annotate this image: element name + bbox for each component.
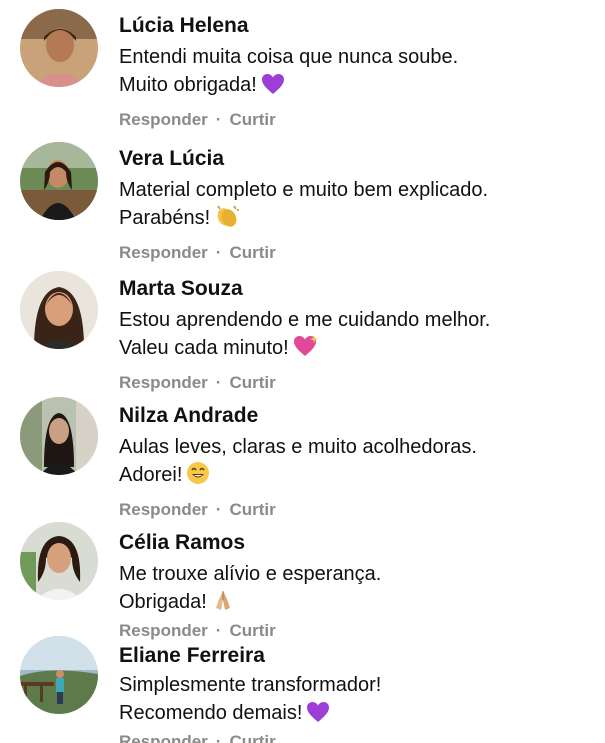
comment-author[interactable]: Célia Ramos — [119, 530, 595, 556]
comment-author[interactable]: Nilza Andrade — [119, 403, 595, 429]
avatar[interactable] — [20, 636, 98, 714]
avatar[interactable] — [20, 142, 98, 220]
comment-text: Simplesmente transformador! — [119, 674, 382, 696]
comment-author[interactable]: Vera Lúcia — [119, 146, 595, 172]
reply-link[interactable]: Responder — [119, 243, 208, 262]
purple-heart-icon — [306, 701, 330, 731]
reply-link[interactable]: Responder — [119, 621, 208, 640]
avatar[interactable] — [20, 522, 98, 600]
comment-author[interactable]: Eliane Ferreira — [119, 643, 595, 669]
avatar[interactable] — [20, 271, 98, 349]
comment-text: Me trouxe alívio e esperança. — [119, 563, 382, 585]
reply-link[interactable]: Responder — [119, 732, 208, 743]
comment-author[interactable]: Lúcia Helena — [119, 13, 595, 39]
like-link[interactable]: Curtir — [229, 500, 275, 519]
avatar[interactable] — [20, 397, 98, 475]
separator: · — [215, 732, 222, 743]
reply-link[interactable]: Responder — [119, 373, 208, 392]
separator: · — [215, 500, 222, 519]
comment-author[interactable]: Marta Souza — [119, 276, 595, 302]
clapping-hands-icon — [214, 204, 240, 236]
like-link[interactable]: Curtir — [229, 110, 275, 129]
sparkling-heart-icon — [293, 334, 319, 366]
reply-link[interactable]: Responder — [119, 110, 208, 129]
like-link[interactable]: Curtir — [229, 621, 275, 640]
like-link[interactable]: Curtir — [229, 732, 275, 743]
like-link[interactable]: Curtir — [229, 243, 275, 262]
separator: · — [215, 110, 222, 129]
separator: · — [215, 621, 222, 640]
comment-text: Parabéns! — [119, 207, 211, 229]
smiling-face-icon — [186, 461, 210, 493]
comment-text: Muito obrigada! — [119, 74, 257, 96]
comment-text: Estou aprendendo e me cuidando melhor. — [119, 309, 491, 331]
reply-link[interactable]: Responder — [119, 500, 208, 519]
comment-text: Aulas leves, claras e muito acolhedoras. — [119, 436, 477, 458]
avatar[interactable] — [20, 9, 98, 87]
separator: · — [215, 373, 222, 392]
like-link[interactable]: Curtir — [229, 373, 275, 392]
folded-hands-icon — [211, 588, 235, 620]
comment-text: Entendi muita coisa que nunca soube. — [119, 46, 459, 68]
purple-heart-icon — [261, 73, 285, 103]
separator: · — [215, 243, 222, 262]
comment-text: Recomendo demais! — [119, 702, 303, 724]
comment-text: Adorei! — [119, 464, 183, 486]
comment-text: Valeu cada minuto! — [119, 337, 289, 359]
comment-text: Obrigada! — [119, 591, 207, 613]
comment-text: Material completo e muito bem explicado. — [119, 179, 489, 201]
